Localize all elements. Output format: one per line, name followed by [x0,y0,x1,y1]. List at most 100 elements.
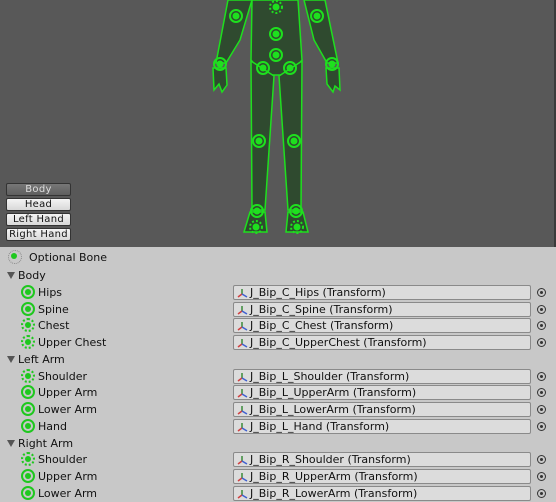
transform-icon [237,389,248,398]
object-picker-icon[interactable] [537,388,546,398]
bone-joint-dot [313,12,321,20]
bone-icon[interactable] [21,301,35,316]
foldout-triangle-icon[interactable] [7,272,15,279]
bone-joint-dot [272,30,280,38]
bone-joint-dot [293,223,301,231]
group-header: Body [0,267,554,284]
transform-icon [237,406,248,415]
bone-joint-dot [286,64,294,72]
object-picker-icon[interactable] [537,405,546,414]
transform-value: J_Bip_R_LowerArm (Transform) [250,486,418,500]
bone-icon[interactable] [21,385,35,400]
bone-joint-dot [259,64,267,72]
right-arm-shape [303,0,339,64]
object-picker-icon[interactable] [537,287,546,297]
bone-label: Lower Arm [38,486,98,500]
transform-icon [237,489,248,499]
bone-label: Shoulder [38,369,87,383]
transform-object-field[interactable]: J_Bip_L_Shoulder (Transform) [233,368,531,384]
group-header: Right Arm [0,435,554,452]
transform-object-field[interactable]: J_Bip_C_Spine (Transform) [233,301,531,317]
bone-label: Upper Arm [38,470,98,483]
foldout-triangle-icon[interactable] [7,355,15,363]
bone-icon[interactable] [21,402,35,416]
bone-joint-dot [252,223,260,231]
bone-icon[interactable] [21,284,35,299]
bone-icon[interactable] [21,418,35,433]
right-hand-shape [325,67,341,94]
bone-row: Hips J_Bip_C_Hips (Transform) [0,284,554,301]
object-picker-icon[interactable] [537,338,546,347]
transform-value: J_Bip_R_UpperArm (Transform) [250,470,418,483]
avatar-viewport: Body Head Left Hand Right Hand [0,0,556,247]
transform-icon [237,288,248,298]
object-picker-icon[interactable] [537,371,546,381]
view-button-head[interactable]: Head [6,198,71,211]
left-hand-shape [212,67,228,94]
bone-joint-dot [253,207,261,215]
bone-label: Spine [38,302,69,316]
transform-object-field[interactable]: J_Bip_L_UpperArm (Transform) [233,385,531,401]
dotted-circle-icon [8,250,22,264]
optional-bone-icon[interactable] [21,368,35,383]
bone-label: Hips [38,285,63,299]
group-header: Left Arm [0,351,554,368]
transform-value: J_Bip_L_Hand (Transform) [250,419,390,433]
optional-bone-legend: Optional Bone [0,249,554,266]
view-button-body[interactable]: Body [6,183,71,196]
optional-bone-icon[interactable] [21,335,35,349]
view-button-right-hand[interactable]: Right Hand [6,228,71,241]
optional-bone-icon[interactable] [21,318,35,333]
bone-icon[interactable] [21,485,35,500]
bone-row: Lower Arm J_Bip_L_LowerArm (Transform) [0,401,554,418]
transform-object-field[interactable]: J_Bip_L_Hand (Transform) [233,418,531,434]
object-picker-icon[interactable] [537,304,546,314]
foldout-triangle-icon[interactable] [7,439,15,447]
transform-icon [237,456,248,465]
bone-joint-dot [292,207,300,215]
bone-joint-dot [232,12,240,20]
bone-row: Lower Arm J_Bip_R_LowerArm (Transform) [0,485,554,502]
bone-joint-dot [216,60,224,68]
optional-bone-icon[interactable] [21,452,35,467]
object-picker-icon[interactable] [537,321,546,331]
bone-row: Shoulder J_Bip_R_Shoulder (Transform) [0,451,554,468]
transform-icon [237,372,248,382]
transform-object-field[interactable]: J_Bip_C_Hips (Transform) [233,284,531,300]
optional-bone-label: Optional Bone [29,251,108,264]
view-button-left-hand[interactable]: Left Hand [6,213,71,226]
object-picker-icon[interactable] [537,488,546,498]
group-label[interactable]: Left Arm [18,353,65,366]
transform-object-field[interactable]: J_Bip_R_LowerArm (Transform) [233,485,531,501]
transform-icon [237,339,248,348]
transform-object-field[interactable]: J_Bip_C_UpperChest (Transform) [233,335,531,350]
transform-icon [237,305,248,315]
bone-icon[interactable] [21,469,35,483]
transform-object-field[interactable]: J_Bip_R_UpperArm (Transform) [233,469,531,484]
object-picker-icon[interactable] [537,455,546,465]
bone-label: Upper Arm [38,386,98,400]
transform-value: J_Bip_C_UpperChest (Transform) [250,336,427,349]
transform-value: J_Bip_L_UpperArm (Transform) [250,386,417,400]
transform-object-field[interactable]: J_Bip_L_LowerArm (Transform) [233,402,531,417]
transform-object-field[interactable]: J_Bip_R_Shoulder (Transform) [233,452,531,468]
bone-joint-dot [255,137,263,145]
transform-value: J_Bip_L_Shoulder (Transform) [250,369,410,383]
transform-value: J_Bip_R_Shoulder (Transform) [250,453,411,467]
bone-label: Upper Chest [38,336,107,349]
bone-joint-dot [290,137,298,145]
bone-label: Shoulder [38,453,87,467]
transform-value: J_Bip_C_Hips (Transform) [250,285,386,299]
bone-label: Chest [38,319,70,333]
object-picker-icon[interactable] [537,472,546,481]
object-picker-icon[interactable] [537,421,546,431]
bone-joint-dot [272,51,280,59]
transform-object-field[interactable]: J_Bip_C_Chest (Transform) [233,318,531,334]
bone-joint-dot [272,3,280,11]
bone-row: Hand J_Bip_L_Hand (Transform) [0,418,554,435]
bone-label: Lower Arm [38,403,98,416]
group-label[interactable]: Right Arm [18,437,73,450]
transform-icon [237,322,248,331]
group-label[interactable]: Body [18,269,46,282]
bone-row: Upper Arm J_Bip_R_UpperArm (Transform) [0,468,554,485]
